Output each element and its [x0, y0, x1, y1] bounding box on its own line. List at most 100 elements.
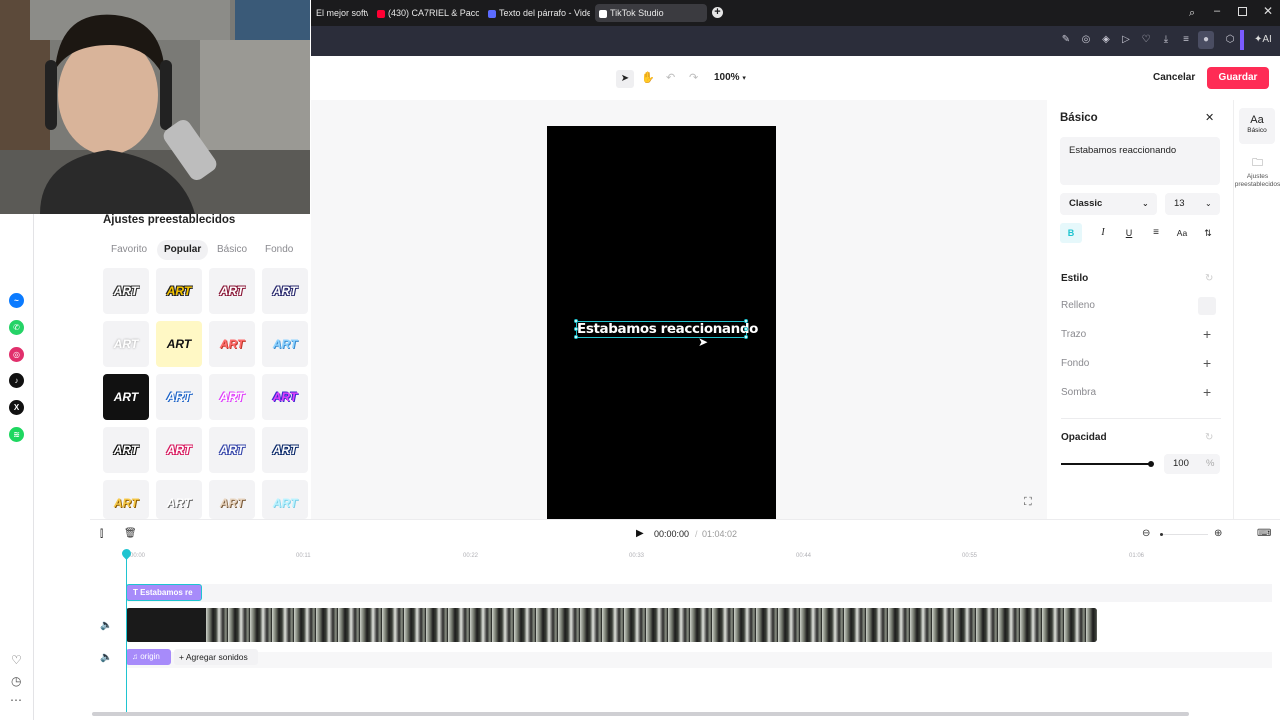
- close-icon[interactable]: ✕: [1205, 111, 1214, 124]
- resize-handle[interactable]: [744, 319, 748, 323]
- split-icon[interactable]: ⫿: [100, 529, 103, 540]
- tab-popular[interactable]: Popular: [157, 240, 209, 260]
- zoom-slider-handle[interactable]: [1160, 533, 1163, 536]
- redo-icon[interactable]: ↷: [689, 71, 698, 84]
- tab-basico[interactable]: Básico: [210, 240, 254, 260]
- resize-handle[interactable]: [574, 319, 578, 323]
- spotify-icon[interactable]: ≋: [9, 427, 24, 442]
- opacity-slider-handle[interactable]: [1148, 461, 1154, 467]
- browser-tab[interactable]: Texto del párrafo - Video: [484, 4, 590, 22]
- cancel-button[interactable]: Cancelar: [1153, 72, 1195, 83]
- zoom-out-icon[interactable]: ⊖: [1142, 528, 1150, 539]
- play-button[interactable]: ▶: [636, 528, 644, 539]
- preset-tile[interactable]: ART: [156, 268, 202, 314]
- opacity-input[interactable]: 100 %: [1164, 454, 1220, 474]
- extension-icon[interactable]: ⬡: [1223, 33, 1237, 47]
- fullscreen-icon[interactable]: ⛶: [1024, 496, 1032, 509]
- tab-basic[interactable]: Aa Básico: [1239, 108, 1275, 144]
- x-icon[interactable]: X: [9, 400, 24, 415]
- audio-volume-icon[interactable]: 🔈: [100, 652, 112, 663]
- preset-tile[interactable]: ART: [156, 427, 202, 473]
- profile-icon[interactable]: ●: [1198, 31, 1214, 49]
- case-button[interactable]: Aa: [1171, 223, 1193, 243]
- resize-handle[interactable]: [744, 327, 748, 331]
- download-icon[interactable]: ⤓: [1159, 33, 1173, 47]
- whatsapp-icon[interactable]: ✆: [9, 320, 24, 335]
- fill-color-swatch[interactable]: [1198, 297, 1216, 315]
- ai-button[interactable]: ✦AI: [1254, 34, 1272, 45]
- messenger-icon[interactable]: ~: [9, 293, 24, 308]
- preset-tile[interactable]: ART: [209, 321, 255, 367]
- preset-tile[interactable]: ART: [209, 427, 255, 473]
- caption-text[interactable]: Estabamos reaccionando: [576, 321, 758, 338]
- tab-favorito[interactable]: Favorito: [104, 240, 154, 260]
- maximize-icon[interactable]: [1238, 7, 1247, 16]
- italic-button[interactable]: I: [1095, 223, 1111, 243]
- video-clip[interactable]: [126, 608, 1097, 642]
- preset-tile[interactable]: ART: [103, 321, 149, 367]
- preset-tile[interactable]: ART: [156, 321, 202, 367]
- preset-tile[interactable]: ART: [262, 427, 308, 473]
- edit-icon[interactable]: ✎: [1059, 33, 1073, 47]
- undo-icon[interactable]: ↶: [666, 71, 675, 84]
- instagram-icon[interactable]: ◎: [9, 347, 24, 362]
- tab-presets[interactable]: 🗀 Ajustes preestablecidos: [1234, 154, 1280, 189]
- reset-icon[interactable]: ↻: [1205, 273, 1213, 284]
- browser-tab[interactable]: El mejor softwa: [312, 4, 368, 22]
- save-button[interactable]: Guardar: [1207, 67, 1269, 89]
- tab-fondo[interactable]: Fondo: [258, 240, 300, 260]
- heart-icon[interactable]: ♡: [11, 653, 22, 667]
- bold-button[interactable]: B: [1060, 223, 1082, 243]
- preset-tile[interactable]: ART: [262, 374, 308, 420]
- zoom-in-icon[interactable]: ⊕: [1214, 528, 1222, 539]
- heart-icon[interactable]: ♡: [1139, 33, 1153, 47]
- preset-tile[interactable]: ART: [209, 374, 255, 420]
- add-sounds-button[interactable]: + Agregar sonidos: [174, 649, 258, 665]
- preset-tile[interactable]: ART: [103, 480, 149, 519]
- delete-icon[interactable]: 🗑: [124, 528, 137, 539]
- minimize-icon[interactable]: –: [1214, 5, 1220, 17]
- align-button[interactable]: ≡: [1146, 223, 1166, 243]
- hand-tool-icon[interactable]: ✋: [641, 71, 655, 84]
- horizontal-scrollbar[interactable]: [92, 712, 1189, 716]
- more-icon[interactable]: ⋯: [10, 693, 22, 707]
- add-stroke-icon[interactable]: +: [1203, 326, 1211, 342]
- menu-icon[interactable]: ≡: [1179, 33, 1193, 47]
- tiktok-icon[interactable]: ♪: [9, 373, 24, 388]
- browser-tab-active[interactable]: TikTok Studio: [595, 4, 707, 22]
- text-clip[interactable]: T Estabamos re: [126, 584, 202, 601]
- zoom-slider[interactable]: [1160, 533, 1208, 536]
- new-tab-button[interactable]: +: [712, 7, 723, 18]
- caption-icon[interactable]: ⌨: [1257, 528, 1271, 539]
- font-select[interactable]: Classic ⌄: [1060, 193, 1157, 215]
- camera-icon[interactable]: ◎: [1079, 33, 1093, 47]
- history-icon[interactable]: ◷: [11, 674, 21, 688]
- font-size-select[interactable]: 13 ⌄: [1165, 193, 1220, 215]
- preset-tile[interactable]: ART: [209, 480, 255, 519]
- resize-handle[interactable]: [574, 327, 578, 331]
- underline-button[interactable]: U: [1121, 223, 1137, 243]
- preset-tile[interactable]: ART: [103, 427, 149, 473]
- shield-icon[interactable]: ◈: [1099, 33, 1113, 47]
- preset-tile[interactable]: ART: [103, 374, 149, 420]
- preset-tile[interactable]: ART: [156, 480, 202, 519]
- search-icon[interactable]: ⌕: [1189, 7, 1195, 20]
- select-tool-icon[interactable]: ➤: [616, 70, 634, 88]
- play-icon[interactable]: ▷: [1119, 33, 1133, 47]
- opacity-slider-track[interactable]: [1061, 461, 1154, 467]
- preset-tile[interactable]: ART: [156, 374, 202, 420]
- video-volume-icon[interactable]: 🔈: [100, 620, 112, 631]
- spacing-button[interactable]: ⇅: [1198, 223, 1218, 243]
- preset-tile[interactable]: ART: [103, 268, 149, 314]
- add-shadow-icon[interactable]: +: [1203, 384, 1211, 400]
- preset-tile[interactable]: ART: [209, 268, 255, 314]
- reset-icon[interactable]: ↻: [1205, 432, 1213, 443]
- text-input[interactable]: Estabamos reaccionando: [1060, 137, 1220, 185]
- audio-clip[interactable]: ♫ origin: [126, 649, 171, 665]
- resize-handle[interactable]: [744, 335, 748, 339]
- preset-tile[interactable]: ART: [262, 480, 308, 519]
- browser-tab[interactable]: (430) CA7RIEL & Paco Am: [373, 4, 479, 22]
- zoom-select[interactable]: 100% ▾: [714, 72, 746, 83]
- preset-tile[interactable]: ART: [262, 268, 308, 314]
- close-window-icon[interactable]: ✕: [1263, 4, 1273, 18]
